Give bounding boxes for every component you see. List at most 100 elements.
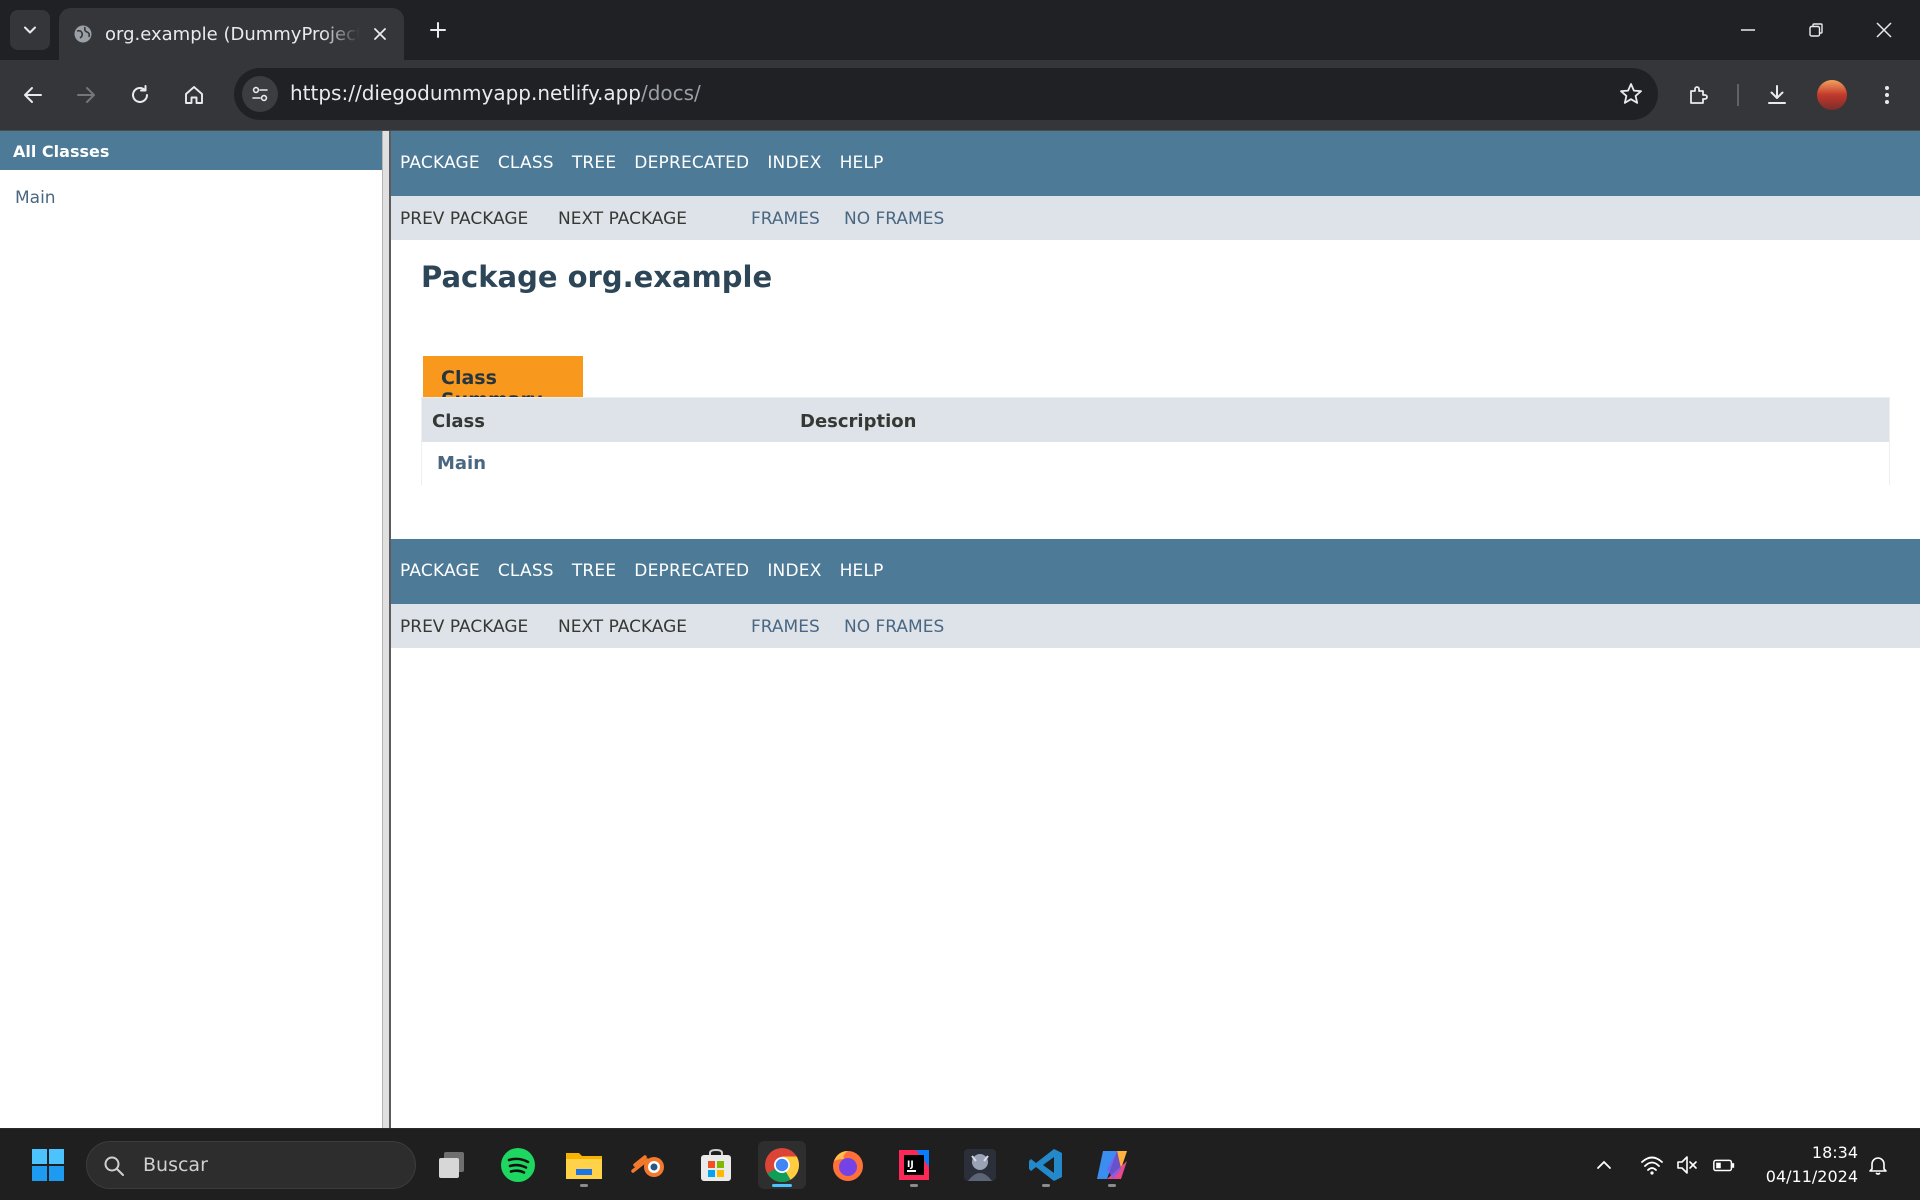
chrome-icon [765, 1148, 799, 1182]
chrome-menu-button[interactable] [1866, 74, 1908, 116]
nav-class: CLASS [497, 561, 554, 581]
class-link-main[interactable]: Main [15, 188, 56, 208]
search-icon [104, 1156, 124, 1176]
extensions-button[interactable] [1678, 74, 1720, 116]
spotify-icon [501, 1148, 535, 1182]
nav-index[interactable]: INDEX [767, 561, 821, 581]
close-icon [1876, 22, 1892, 38]
running-indicator [580, 1184, 588, 1187]
home-button[interactable] [173, 74, 215, 116]
show-hidden-icons-button[interactable] [1592, 1153, 1616, 1177]
class-summary-table: Class Description Main [421, 397, 1890, 485]
wifi-icon [1641, 1156, 1663, 1175]
volume-status[interactable] [1675, 1153, 1699, 1177]
url-path: /docs/ [640, 81, 701, 105]
taskbar-app-spotify[interactable] [494, 1141, 542, 1189]
minimize-button[interactable] [1714, 0, 1782, 60]
running-indicator [1042, 1184, 1050, 1187]
reload-button[interactable] [119, 74, 161, 116]
restore-button[interactable] [1782, 0, 1850, 60]
all-classes-header: All Classes [0, 131, 382, 170]
taskbar-app-copilot[interactable] [1088, 1141, 1136, 1189]
tab-search-button[interactable] [10, 10, 50, 50]
windows-logo-icon [32, 1149, 64, 1181]
all-classes-heading: All Classes [13, 142, 110, 161]
url-host: https://diegodummyapp.netlify.app [290, 81, 641, 105]
taskbar-app-firefox[interactable] [824, 1141, 872, 1189]
puzzle-icon [1690, 86, 1708, 104]
nav-tree[interactable]: TREE [572, 153, 616, 173]
taskbar-app-blender[interactable] [626, 1141, 674, 1189]
restore-icon [1809, 23, 1823, 37]
svg-text:IJ: IJ [907, 1160, 914, 1170]
battery-icon [1713, 1159, 1735, 1172]
intellij-icon: IJ [899, 1150, 929, 1180]
nav-help[interactable]: HELP [840, 153, 884, 173]
chevron-up-icon [1597, 1160, 1611, 1169]
bottom-nav-bar: PACKAGE CLASS TREE DEPRECATED INDEX HELP [391, 539, 1920, 604]
page-title: Package org.example [421, 260, 773, 294]
battery-status[interactable] [1712, 1153, 1736, 1177]
more-vertical-icon [1885, 86, 1889, 104]
nav-help[interactable]: HELP [840, 561, 884, 581]
plus-icon [430, 22, 446, 38]
no-frames-link[interactable]: NO FRAMES [844, 617, 944, 637]
site-info-button[interactable] [242, 76, 278, 112]
game-icon [964, 1149, 996, 1181]
notifications-button[interactable] [1866, 1153, 1890, 1177]
downloads-button[interactable] [1756, 74, 1798, 116]
nav-package: PACKAGE [400, 153, 480, 173]
class-link-main-summary[interactable]: Main [437, 453, 486, 474]
start-button[interactable] [24, 1141, 72, 1189]
bookmark-star-icon[interactable] [1618, 81, 1644, 107]
wifi-status[interactable] [1640, 1153, 1664, 1177]
nav-class: CLASS [497, 153, 554, 173]
frame-divider[interactable] [382, 131, 391, 1128]
frames-link[interactable]: FRAMES [751, 209, 820, 229]
running-indicator [1108, 1184, 1116, 1187]
taskbar-app-game[interactable] [956, 1141, 1004, 1189]
close-window-button[interactable] [1850, 0, 1918, 60]
store-icon [701, 1148, 731, 1181]
taskbar-app-chrome[interactable] [758, 1141, 806, 1189]
close-tab-icon[interactable] [368, 22, 392, 46]
taskbar-app-intellij[interactable]: IJ [890, 1141, 938, 1189]
browser-toolbar: https://diegodummyapp.netlify.app/docs/ [0, 60, 1920, 130]
task-view-icon [439, 1152, 464, 1178]
profile-avatar[interactable] [1817, 80, 1847, 110]
next-package: NEXT PACKAGE [558, 209, 688, 229]
taskbar-app-store[interactable] [692, 1141, 740, 1189]
task-view-button[interactable] [428, 1141, 476, 1189]
table-header: Class Description [422, 398, 1889, 442]
frames-link[interactable]: FRAMES [751, 617, 820, 637]
top-sub-nav: PREV PACKAGE NEXT PACKAGE FRAMES NO FRAM… [391, 196, 1920, 240]
arrow-right-icon [77, 87, 95, 103]
volume-muted-icon [1677, 1156, 1697, 1174]
prev-package: PREV PACKAGE [400, 617, 529, 637]
reload-icon [132, 85, 148, 103]
forward-button[interactable] [65, 74, 107, 116]
prev-package: PREV PACKAGE [400, 209, 529, 229]
nav-package: PACKAGE [400, 561, 480, 581]
nav-deprecated[interactable]: DEPRECATED [634, 561, 749, 581]
all-classes-frame: All Classes Main [0, 131, 382, 1128]
globe-icon [74, 25, 92, 43]
taskbar-app-vscode[interactable] [1022, 1141, 1070, 1189]
nav-deprecated[interactable]: DEPRECATED [634, 153, 749, 173]
nav-index[interactable]: INDEX [767, 153, 821, 173]
minimize-icon [1741, 29, 1755, 31]
class-summary-caption: Class Summary [423, 356, 583, 411]
next-package: NEXT PACKAGE [558, 617, 688, 637]
no-frames-link[interactable]: NO FRAMES [844, 209, 944, 229]
address-bar[interactable]: https://diegodummyapp.netlify.app/docs/ [234, 68, 1658, 120]
clock-date: 04/11/2024 [1765, 1167, 1858, 1186]
system-clock[interactable]: 18:34 04/11/2024 [1766, 1141, 1858, 1189]
taskbar-search[interactable]: Buscar [86, 1141, 416, 1189]
taskbar-app-file-explorer[interactable] [560, 1141, 608, 1189]
browser-tab[interactable]: org.example (DummyProject 1.0-SNAPSHOT A… [59, 8, 404, 60]
back-button[interactable] [12, 74, 54, 116]
package-frame: PACKAGE CLASS TREE DEPRECATED INDEX HELP… [391, 131, 1920, 1128]
nav-tree[interactable]: TREE [572, 561, 616, 581]
active-indicator [772, 1184, 792, 1187]
new-tab-button[interactable] [418, 10, 458, 50]
